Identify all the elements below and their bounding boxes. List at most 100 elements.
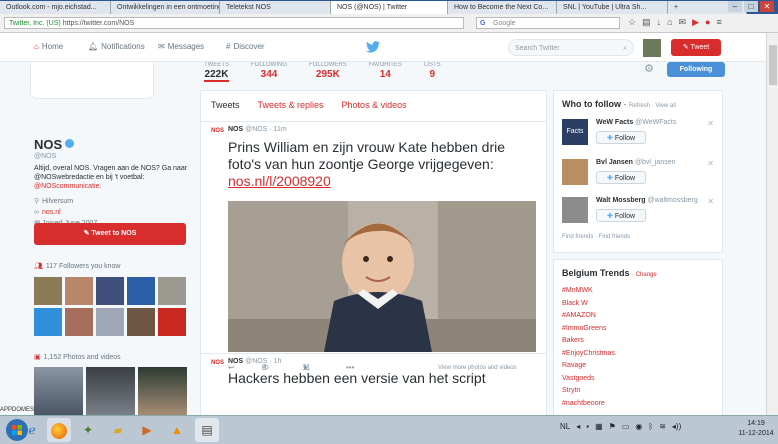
addon-icon[interactable]: ● [705,17,710,28]
tweet[interactable]: NOS NOS @NOS · 11m Prins William en zijn… [201,121,546,372]
media-thumbnail[interactable] [34,367,83,415]
tweet-author-name[interactable]: NOS [228,126,243,133]
trend-item[interactable]: #ImmoGreens [562,323,717,336]
suggested-user-name[interactable]: Bvl Jansen @bvl_jansen [596,159,676,166]
tray-arrow-icon[interactable]: ◂ [576,422,580,431]
trends-change-link[interactable]: · Change [632,272,657,278]
trend-item[interactable]: Black W [562,298,717,311]
firefox-icon[interactable] [47,418,71,442]
follower-avatar[interactable] [158,308,186,336]
tab-tweets[interactable]: Tweets [211,100,240,110]
compose-tweet-button[interactable]: ✎ Tweet [671,39,721,56]
stat-tweets[interactable]: TWEETS 222K [204,62,229,82]
photos-videos-header[interactable]: ▣ 1,152 Photos and videos [34,353,121,361]
tray-app-icon[interactable]: ▪ [586,422,589,431]
youtube-icon[interactable]: ▶ [692,17,699,28]
browser-search-input[interactable]: Google [476,17,620,30]
trend-item[interactable]: #nachtbeoore [562,398,717,411]
gear-icon[interactable]: ⚙ [644,62,654,75]
battery-icon[interactable]: ▭ [622,422,630,431]
network-icon[interactable]: ▦ [595,422,603,431]
nav-home[interactable]: ⌂ Home [34,42,63,51]
chat-icon[interactable]: ✉ [679,17,687,28]
browser-tab-outlook[interactable]: Outlook.com - mjo.eichstad... [0,1,111,14]
suggested-user-avatar[interactable]: Facts [562,119,588,145]
follower-avatar[interactable] [127,277,155,305]
profile-bio-link[interactable]: @NOScommunicatie. [34,183,101,190]
nav-discover[interactable]: # Discover [226,42,265,51]
home-icon[interactable]: ⌂ [667,17,672,28]
search-icon[interactable]: ⌕ [623,40,627,57]
media-player-icon[interactable]: ▶ [135,418,159,442]
trend-item[interactable]: #AMAZON [562,310,717,323]
dismiss-icon[interactable]: ✕ [707,119,714,128]
suggested-user-name[interactable]: Walt Mossberg @waltmossberg [596,197,698,204]
tweet-link[interactable]: nos.nl/l/2008920 [228,173,331,189]
media-center-icon[interactable]: ✦ [76,418,100,442]
stat-lists[interactable]: LISTS 9 [424,62,441,82]
folder-icon[interactable]: ▰ [106,418,130,442]
follower-avatar[interactable] [127,308,155,336]
media-thumbnail[interactable] [138,367,187,415]
profile-website-link[interactable]: nos.nl [42,209,61,216]
maximize-icon[interactable]: □ [744,1,758,12]
who-to-follow-refresh[interactable]: Refresh · View all [629,103,676,109]
internet-explorer-icon[interactable]: ℯ [20,418,44,442]
suggested-user-avatar[interactable] [562,197,588,223]
follower-avatar[interactable] [34,277,62,305]
trend-item[interactable]: Bakers [562,335,717,348]
trend-item[interactable]: #EnjoyChristmas [562,348,717,361]
trend-item[interactable]: Ravage [562,360,717,373]
tweet-timestamp[interactable]: 1h [274,358,282,365]
profile-avatar[interactable] [30,62,154,99]
tab-tweets-replies[interactable]: Tweets & replies [258,100,324,110]
follower-avatar[interactable] [65,277,93,305]
follower-avatar[interactable] [158,277,186,305]
browser-tab-youtube[interactable]: SNL | YouTube | Ultra Sh... [557,1,668,14]
nav-notifications[interactable]: 🔔︎ Notifications [88,42,145,51]
flag-icon[interactable]: ⚑ [609,422,616,431]
browser-tab-ontwikkelingen[interactable]: Ontwikkelingen in een ontmoetings... [111,1,220,14]
trend-item[interactable]: Vastgoeds [562,373,717,386]
suggested-user-avatar[interactable] [562,159,588,185]
trend-item[interactable]: Strytn [562,385,717,398]
following-button[interactable]: Following [667,62,725,77]
tab-photos-videos[interactable]: Photos & videos [342,100,407,110]
browser-tab-teletekst[interactable]: Teletekst NOS [220,1,331,14]
system-clock[interactable]: 14:19 11-12-2014 [736,419,776,439]
profile-website[interactable]: ∞ nos.nl [34,207,189,218]
tweet-author-name[interactable]: NOS [228,358,243,365]
follow-button[interactable]: ✚ Follow [596,131,646,144]
bluetooth-icon[interactable]: ᛒ [648,422,653,431]
nav-messages[interactable]: ✉ Messages [158,42,204,51]
follower-avatar[interactable] [34,308,62,336]
follower-avatar[interactable] [65,308,93,336]
follower-avatar[interactable] [96,277,124,305]
suggested-user-name[interactable]: WeW Facts @WeWFacts [596,119,676,126]
stat-followers[interactable]: FOLLOWERS 295K [309,62,347,82]
clipboard-icon[interactable]: ▤ [642,17,651,28]
tweet-timestamp[interactable]: 11m [274,126,287,133]
browser-tab-howto[interactable]: How to Become the Next Co... [448,1,557,14]
dismiss-icon[interactable]: ✕ [707,159,714,168]
close-icon[interactable]: ✕ [760,1,774,12]
document-app-icon[interactable]: ▤ [195,418,219,442]
tweet-photo[interactable] [228,201,536,352]
follow-button[interactable]: ✚ Follow [596,209,646,222]
stat-following[interactable]: FOLLOWING 344 [251,62,287,82]
dismiss-icon[interactable]: ✕ [707,197,714,206]
tweet-to-nos-button[interactable]: ✎ Tweet to NOS [34,223,186,245]
twitter-bird-icon[interactable] [366,41,380,53]
media-thumbnail[interactable] [86,367,135,415]
stat-favorites[interactable]: FAVORITES 14 [369,62,402,82]
twitter-search-input[interactable]: Search Twitter ⌕ [508,39,634,56]
vlc-icon[interactable]: ▲ [165,418,189,442]
followers-you-know-header[interactable]: 👥︎ 117 Followers you know [34,262,120,270]
wifi-icon[interactable]: ≋ [659,422,666,431]
volume-icon[interactable]: ◂)) [672,422,681,431]
follow-button[interactable]: ✚ Follow [596,171,646,184]
download-icon[interactable]: ↓ [657,17,662,28]
language-indicator[interactable]: NL [560,422,570,431]
browser-tab-twitter[interactable]: NOS (@NOS) | Twitter [331,1,448,14]
minimize-icon[interactable]: – [728,1,742,12]
